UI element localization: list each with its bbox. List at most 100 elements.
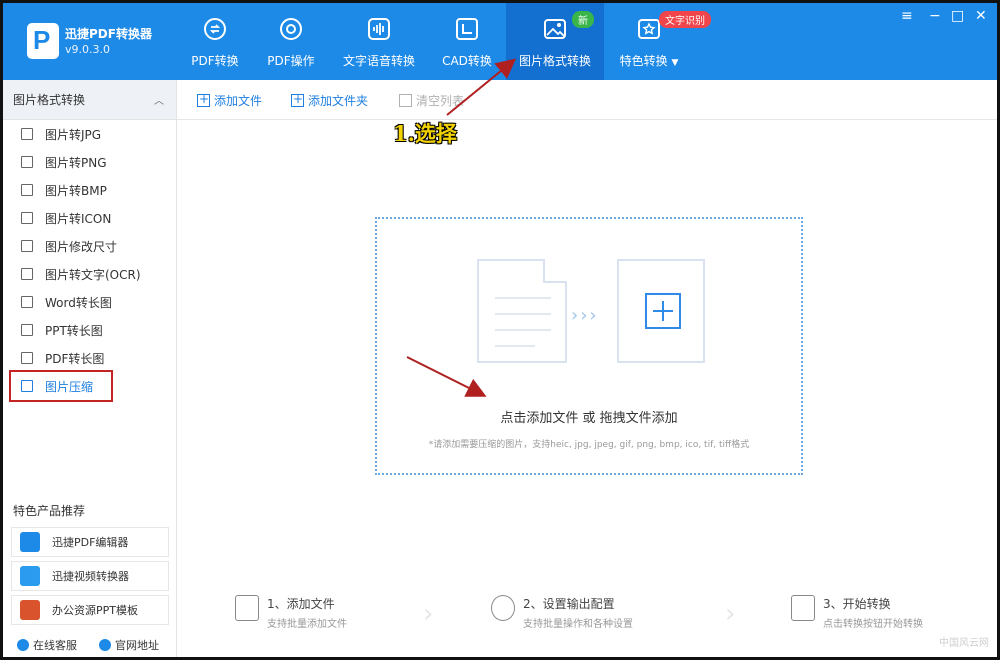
step-desc: 支持批量添加文件	[267, 619, 347, 630]
online-service-link[interactable]: 在线客服	[17, 637, 77, 653]
sidebar-item-resize[interactable]: 图片修改尺寸	[3, 232, 176, 260]
ocr-badge: 文字识别	[659, 11, 711, 28]
close-icon[interactable]: ✕	[975, 8, 987, 24]
step-add-files: 1、添加文件支持批量添加文件	[235, 595, 347, 630]
sidebar-item-word-long-image[interactable]: Word转长图	[3, 288, 176, 316]
step-separator-icon: ›	[423, 599, 434, 629]
sidebar-item-ppt-long-image[interactable]: PPT转长图	[3, 316, 176, 344]
sidebar-item-ocr[interactable]: 图片转文字(OCR)	[3, 260, 176, 288]
sidebar-item-to-bmp[interactable]: 图片转BMP	[3, 176, 176, 204]
page-fold	[543, 259, 567, 283]
drop-zone-text: 点击添加文件 或 拖拽文件添加	[500, 411, 678, 426]
app-version: v9.0.3.0	[65, 43, 110, 56]
watermark: 中国风云网	[939, 638, 989, 649]
promo-video-converter[interactable]: 迅捷视频转换器	[11, 561, 169, 591]
tab-label: PDF转换	[191, 54, 239, 68]
tab-label: 特色转换 ▼	[611, 52, 687, 69]
sidebar-item-label: PDF转长图	[45, 351, 105, 366]
step-output-config: 2、设置输出配置 支持批量操作和各种设置	[491, 595, 633, 630]
plus-square	[645, 293, 681, 329]
word-file-icon	[21, 296, 33, 308]
ppt-file-icon	[21, 324, 33, 336]
doc-line	[495, 313, 551, 315]
tab-pdf-convert[interactable]: PDF转换	[179, 3, 251, 80]
menu-icon[interactable]: ≡	[901, 8, 913, 24]
app-logo: P	[27, 23, 59, 59]
feature-icon	[638, 19, 660, 39]
minimize-icon[interactable]: −	[929, 8, 941, 24]
sidebar-item-pdf-long-image[interactable]: PDF转长图	[3, 344, 176, 372]
tab-text-speech[interactable]: 文字语音转换	[335, 3, 423, 80]
drop-zone-hint: *请添加需要压缩的图片，支持heic, jpg, jpeg, gif, png,…	[428, 440, 750, 450]
sidebar-item-to-icon[interactable]: 图片转ICON	[3, 204, 176, 232]
document-illustration-icon	[477, 259, 567, 363]
image-file-icon	[21, 128, 33, 140]
add-plus-icon	[617, 259, 705, 363]
sidebar-item-label: 图片转PNG	[45, 155, 107, 170]
add-file-label: 添加文件	[214, 94, 263, 108]
top-navigation-bar: P 迅捷PDF转换器 v9.0.3.0 PDF转换 PDF操作 文字语音转换 C…	[3, 3, 997, 80]
tab-image-format[interactable]: 图片格式转换 新	[506, 3, 604, 80]
image-file-icon	[21, 212, 33, 224]
pdf-editor-icon	[20, 532, 40, 552]
image-icon	[544, 19, 566, 39]
sidebar-item-to-png[interactable]: 图片转PNG	[3, 148, 176, 176]
highlight-box	[9, 370, 113, 402]
sidebar-header[interactable]: 图片格式转换 ︿	[3, 80, 176, 120]
tab-label-text: 特色转换	[619, 54, 668, 68]
sidebar-item-to-jpg[interactable]: 图片转JPG	[3, 120, 176, 148]
promo-title: 特色产品推荐	[13, 504, 86, 518]
tab-label: 文字语音转换	[342, 54, 415, 68]
doc-line	[495, 297, 551, 299]
image-file-icon	[21, 156, 33, 168]
step-title: 1、添加文件	[267, 597, 335, 611]
step-separator-icon: ›	[725, 599, 736, 629]
sidebar-item-label: 图片转ICON	[45, 211, 112, 226]
online-service-label: 在线客服	[33, 639, 77, 652]
sidebar-item-label: 图片转JPG	[45, 127, 102, 142]
website-link[interactable]: 官网地址	[99, 637, 159, 653]
step-title: 3、开始转换	[823, 597, 891, 611]
maximize-icon[interactable]: □	[951, 8, 964, 24]
gear-icon	[491, 595, 515, 621]
step-start-convert: 3、开始转换点击转换按钮开始转换	[791, 595, 923, 630]
pdf-operate-icon	[280, 18, 302, 40]
trash-icon	[399, 94, 412, 107]
add-file-button[interactable]: 添加文件	[197, 92, 262, 109]
image-file-icon	[21, 240, 33, 252]
add-file-step-icon	[235, 595, 259, 621]
tab-label: 图片格式转换	[518, 54, 591, 68]
tab-cad[interactable]: CAD转换	[435, 3, 499, 80]
pdf-file-icon	[21, 352, 33, 364]
tab-label: PDF操作	[267, 54, 315, 68]
add-folder-icon	[291, 92, 304, 107]
clear-list-label: 清空列表	[416, 94, 465, 108]
sidebar: 图片格式转换 ︿ 图片转JPG 图片转PNG 图片转BMP 图片转ICON 图片…	[3, 80, 177, 657]
promo-ppt-template[interactable]: 办公资源PPT模板	[11, 595, 169, 625]
sidebar-item-label: PPT转长图	[45, 323, 103, 338]
text-file-icon	[21, 268, 33, 280]
clear-list-button[interactable]: 清空列表	[399, 92, 464, 109]
new-badge: 新	[572, 11, 594, 28]
promo-pdf-editor[interactable]: 迅捷PDF编辑器	[11, 527, 169, 557]
doc-line	[495, 329, 551, 331]
add-folder-button[interactable]: 添加文件夹	[291, 92, 368, 109]
annotation-label: 1.选择	[393, 121, 457, 146]
sidebar-item-label: 图片转BMP	[45, 183, 107, 198]
chevrons-right-icon: ›››	[571, 305, 599, 326]
tab-pdf-operate[interactable]: PDF操作	[255, 3, 327, 80]
audio-wave-icon	[368, 18, 390, 40]
website-label: 官网地址	[115, 639, 159, 652]
caret-down-icon: ▼	[671, 58, 679, 68]
app-window: P 迅捷PDF转换器 v9.0.3.0 PDF转换 PDF操作 文字语音转换 C…	[0, 0, 1000, 660]
sidebar-item-label: 图片修改尺寸	[45, 239, 118, 254]
cad-icon	[456, 18, 478, 40]
step-desc: 点击转换按钮开始转换	[823, 619, 923, 630]
step-title: 2、设置输出配置	[523, 597, 615, 611]
file-drop-zone[interactable]: ››› 点击添加文件 或 拖拽文件添加 *请添加需要压缩的图片，支持heic, …	[375, 217, 803, 475]
sidebar-item-label: Word转长图	[45, 295, 112, 310]
pdf-convert-icon	[204, 18, 226, 40]
add-file-icon	[197, 92, 210, 107]
ppt-template-icon	[20, 600, 40, 620]
tab-feature-convert[interactable]: 特色转换 ▼ 文字识别	[611, 3, 711, 80]
